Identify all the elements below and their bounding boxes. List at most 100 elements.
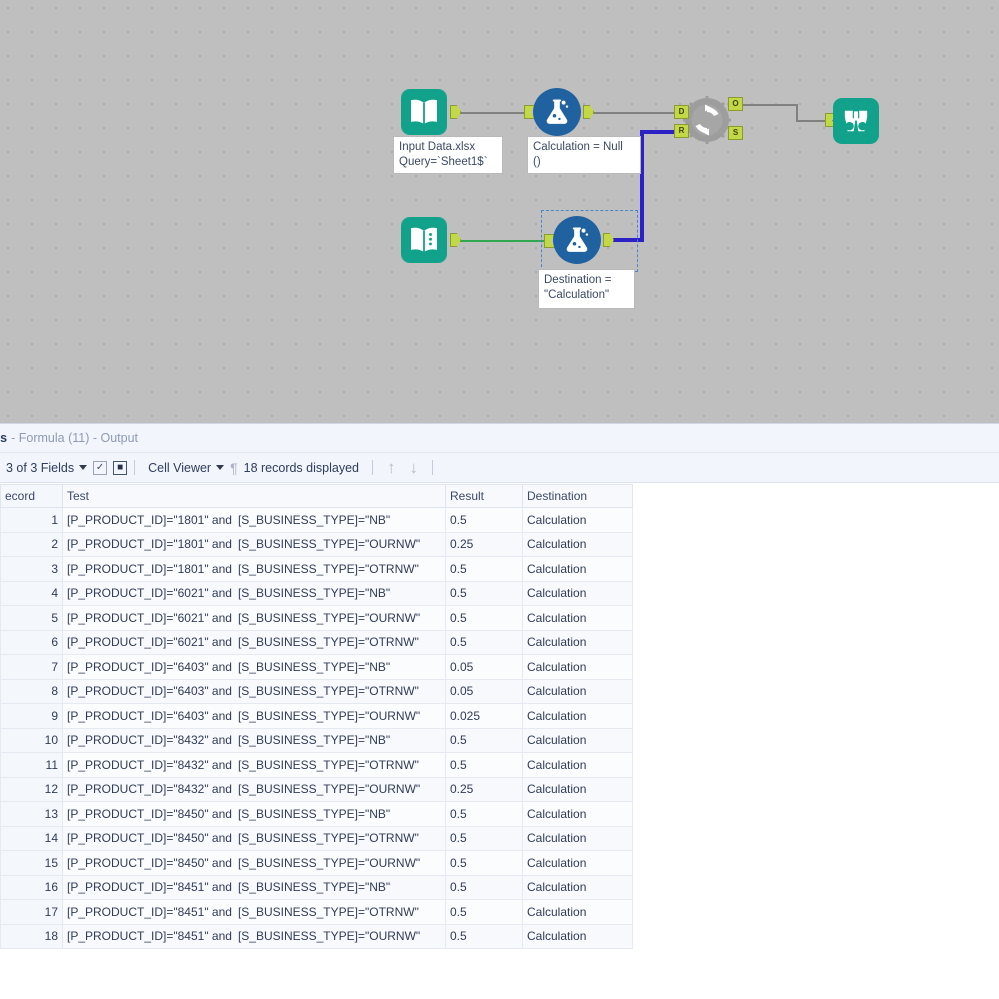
table-row[interactable]: 11 [P_PRODUCT_ID]="8432" and [S_BUSINESS_T… [0, 752, 633, 778]
cell-viewer-selector[interactable]: Cell Viewer [142, 453, 230, 482]
cell-record[interactable]: 6 [0, 629, 63, 655]
cell-result[interactable]: 0.5 [445, 899, 523, 925]
workflow-canvas[interactable]: Input Data.xlsx Query=`Sheet1$` Calculat… [0, 0, 999, 423]
cell-result[interactable]: 0.25 [445, 776, 523, 802]
cell-test[interactable]: [P_PRODUCT_ID]="6403" and [S_BUSINESS_TYP… [62, 678, 446, 704]
table-row[interactable]: 17 [P_PRODUCT_ID]="8451" and [S_BUSINESS_T… [0, 899, 633, 925]
cell-result[interactable]: 0.5 [445, 727, 523, 753]
cell-test[interactable]: [P_PRODUCT_ID]="8450" and [S_BUSINESS_TYP… [62, 825, 446, 851]
cell-destination[interactable]: Calculation [522, 825, 633, 851]
cell-destination[interactable]: Calculation [522, 678, 633, 704]
table-row[interactable]: 12 [P_PRODUCT_ID]="8432" and [S_BUSINESS_T… [0, 776, 633, 802]
cell-test[interactable]: [P_PRODUCT_ID]="1801" and [S_BUSINESS_TYP… [62, 531, 446, 557]
node-formula-bottom[interactable] [553, 216, 614, 264]
cell-test[interactable]: [P_PRODUCT_ID]="8451" and [S_BUSINESS_TYP… [62, 899, 446, 925]
cell-test[interactable]: [P_PRODUCT_ID]="1801" and [S_BUSINESS_TYP… [62, 556, 446, 582]
cell-result[interactable]: 0.05 [445, 654, 523, 680]
formula-tool-circle-bottom[interactable] [553, 216, 601, 264]
table-row[interactable]: 8 [P_PRODUCT_ID]="6403" and [S_BUSINESS_TY… [0, 678, 633, 704]
cell-destination[interactable]: Calculation [522, 874, 633, 900]
cell-test[interactable]: [P_PRODUCT_ID]="6403" and [S_BUSINESS_TYP… [62, 703, 446, 729]
node-browse[interactable] [833, 98, 879, 144]
wire-formula-to-findreplace-d[interactable] [590, 112, 676, 114]
cell-test[interactable]: [P_PRODUCT_ID]="6021" and [S_BUSINESS_TYP… [62, 605, 446, 631]
cell-result[interactable]: 0.05 [445, 678, 523, 704]
table-row[interactable]: 6 [P_PRODUCT_ID]="6021" and [S_BUSINESS_TY… [0, 629, 633, 655]
cell-result[interactable]: 0.5 [445, 629, 523, 655]
column-header-destination[interactable]: Destination [522, 484, 633, 508]
column-header-record[interactable]: ecord [0, 484, 63, 508]
cell-result[interactable]: 0.5 [445, 556, 523, 582]
node-text-input[interactable] [401, 217, 461, 263]
arrow-up-icon[interactable]: ↑ [380, 459, 403, 476]
cell-result[interactable]: 0.025 [445, 703, 523, 729]
cell-destination[interactable]: Calculation [522, 850, 633, 876]
cell-destination[interactable]: Calculation [522, 727, 633, 753]
formula-top-output-port[interactable] [583, 105, 594, 119]
node-find-replace[interactable] [681, 94, 733, 146]
wire-findreplace-o-segment[interactable] [734, 104, 798, 106]
cell-result[interactable]: 0.5 [445, 874, 523, 900]
cell-destination[interactable]: Calculation [522, 605, 633, 631]
cell-destination[interactable]: Calculation [522, 654, 633, 680]
cell-destination[interactable]: Calculation [522, 752, 633, 778]
cell-destination[interactable]: Calculation [522, 629, 633, 655]
pilcrow-icon[interactable]: ¶ [230, 461, 238, 475]
cell-result[interactable]: 0.5 [445, 580, 523, 606]
table-row[interactable]: 1 [P_PRODUCT_ID]="1801" and [S_BUSINESS_TY… [0, 507, 633, 533]
checkbox-x-icon[interactable]: ■ [113, 460, 128, 475]
cell-record[interactable]: 15 [0, 850, 63, 876]
cell-test[interactable]: [P_PRODUCT_ID]="8432" and [S_BUSINESS_TYP… [62, 727, 446, 753]
input-data-output-port[interactable] [450, 105, 461, 119]
cell-result[interactable]: 0.5 [445, 850, 523, 876]
fields-selector[interactable]: 3 of 3 Fields [0, 453, 93, 482]
table-row[interactable]: 4 [P_PRODUCT_ID]="6021" and [S_BUSINESS_TY… [0, 580, 633, 606]
cell-result[interactable]: 0.25 [445, 531, 523, 557]
table-row[interactable]: 5 [P_PRODUCT_ID]="6021" and [S_BUSINESS_TY… [0, 605, 633, 631]
find-replace-output-port-o[interactable]: O [728, 97, 743, 111]
text-input-tool-tile[interactable] [401, 217, 447, 263]
cell-record[interactable]: 4 [0, 580, 63, 606]
table-row[interactable]: 9 [P_PRODUCT_ID]="6403" and [S_BUSINESS_TY… [0, 703, 633, 729]
find-replace-input-port-r[interactable]: R [674, 124, 689, 138]
cell-record[interactable]: 18 [0, 923, 63, 949]
cell-result[interactable]: 0.5 [445, 605, 523, 631]
cell-record[interactable]: 9 [0, 703, 63, 729]
table-row[interactable]: 2 [P_PRODUCT_ID]="1801" and [S_BUSINESS_TY… [0, 531, 633, 557]
cell-destination[interactable]: Calculation [522, 556, 633, 582]
cell-test[interactable]: [P_PRODUCT_ID]="8450" and [S_BUSINESS_TYP… [62, 801, 446, 827]
cell-record[interactable]: 13 [0, 801, 63, 827]
cell-test[interactable]: [P_PRODUCT_ID]="8451" and [S_BUSINESS_TYP… [62, 874, 446, 900]
table-row[interactable]: 10 [P_PRODUCT_ID]="8432" and [S_BUSINESS_T… [0, 727, 633, 753]
find-replace-input-port-d[interactable]: D [674, 105, 689, 119]
table-row[interactable]: 15 [P_PRODUCT_ID]="8450" and [S_BUSINESS_T… [0, 850, 633, 876]
cell-destination[interactable]: Calculation [522, 923, 633, 949]
cell-record[interactable]: 12 [0, 776, 63, 802]
cell-test[interactable]: [P_PRODUCT_ID]="8432" and [S_BUSINESS_TYP… [62, 776, 446, 802]
cell-result[interactable]: 0.5 [445, 801, 523, 827]
table-row[interactable]: 7 [P_PRODUCT_ID]="6403" and [S_BUSINESS_TY… [0, 654, 633, 680]
column-header-test[interactable]: Test [62, 484, 446, 508]
cell-record[interactable]: 5 [0, 605, 63, 631]
cell-destination[interactable]: Calculation [522, 531, 633, 557]
cell-record[interactable]: 16 [0, 874, 63, 900]
cell-result[interactable]: 0.5 [445, 825, 523, 851]
cell-destination[interactable]: Calculation [522, 580, 633, 606]
cell-destination[interactable]: Calculation [522, 703, 633, 729]
cell-result[interactable]: 0.5 [445, 752, 523, 778]
table-row[interactable]: 3 [P_PRODUCT_ID]="1801" and [S_BUSINESS_TY… [0, 556, 633, 582]
input-data-tool-tile[interactable] [401, 89, 447, 135]
cell-record[interactable]: 2 [0, 531, 63, 557]
cell-test[interactable]: [P_PRODUCT_ID]="8450" and [S_BUSINESS_TYP… [62, 850, 446, 876]
cell-record[interactable]: 14 [0, 825, 63, 851]
column-header-result[interactable]: Result [445, 484, 523, 508]
cell-record[interactable]: 7 [0, 654, 63, 680]
table-row[interactable]: 16 [P_PRODUCT_ID]="8451" and [S_BUSINESS_T… [0, 874, 633, 900]
checkbox-checked-icon[interactable]: ✓ [93, 460, 108, 475]
results-grid[interactable]: ecord Test Result Destination 1 [P_PRODUC… [0, 484, 633, 949]
cell-record[interactable]: 3 [0, 556, 63, 582]
cell-destination[interactable]: Calculation [522, 899, 633, 925]
cell-record[interactable]: 8 [0, 678, 63, 704]
cell-test[interactable]: [P_PRODUCT_ID]="1801" and [S_BUSINESS_TYP… [62, 507, 446, 533]
cell-record[interactable]: 10 [0, 727, 63, 753]
